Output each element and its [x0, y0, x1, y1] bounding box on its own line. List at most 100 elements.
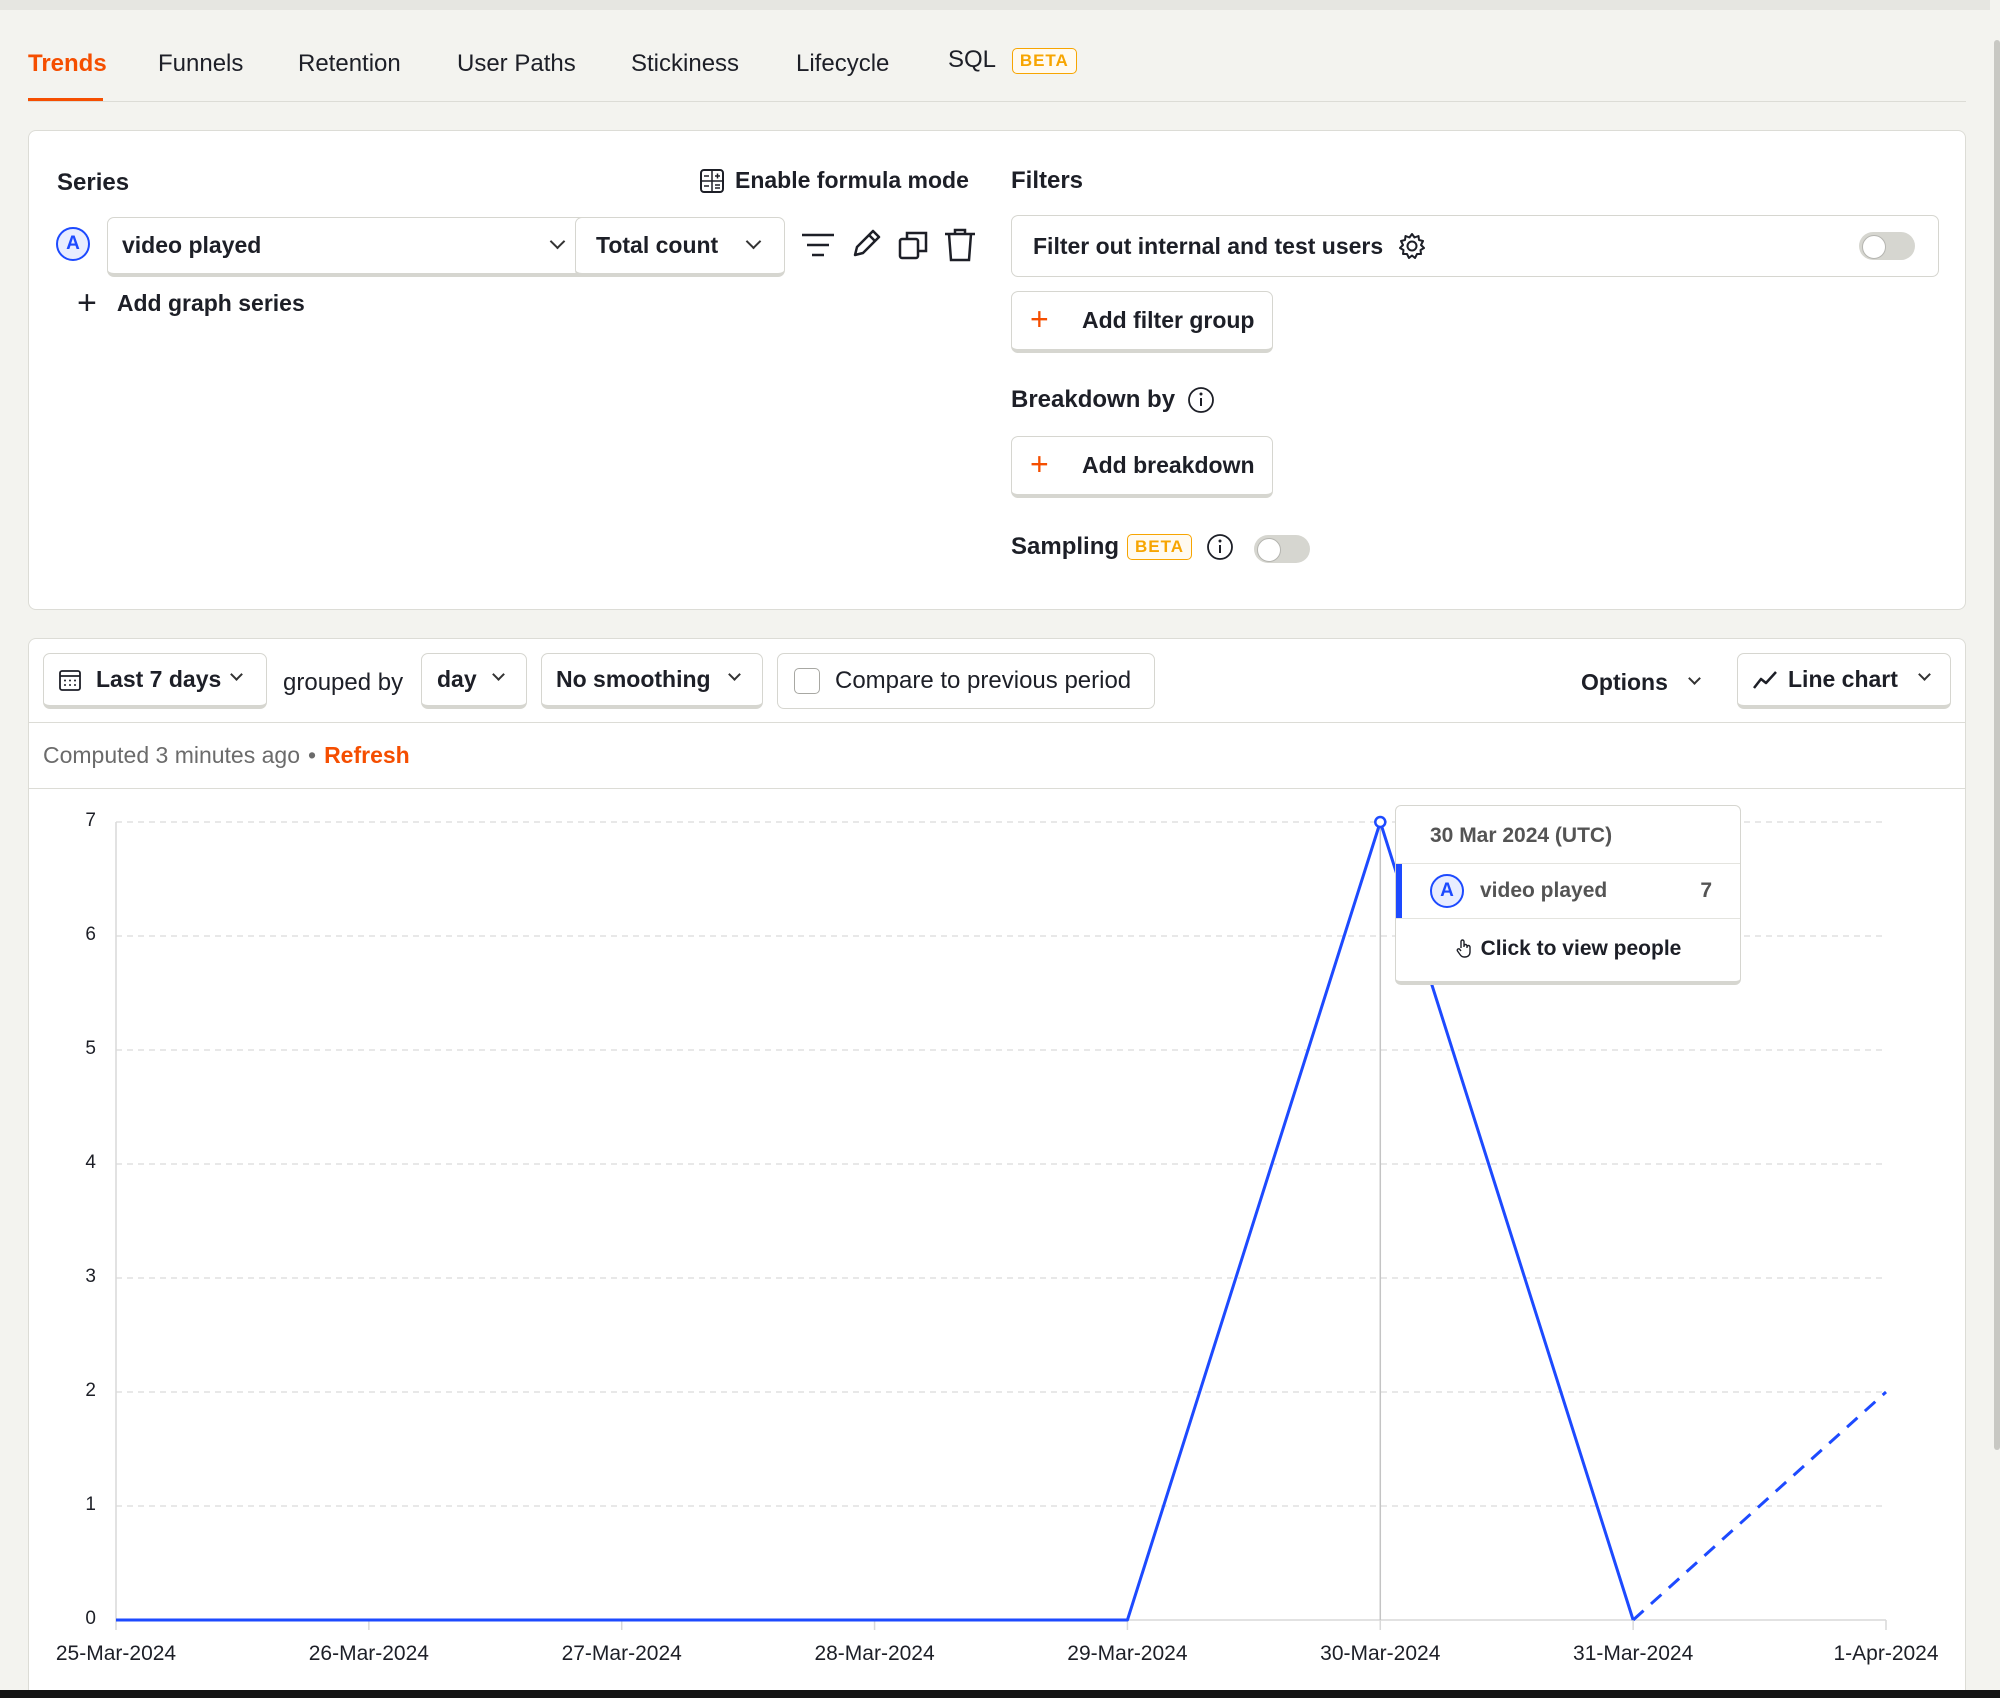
internal-users-label: Filter out internal and test users [1033, 233, 1384, 259]
tooltip-date: 30 Mar 2024 (UTC) [1430, 824, 1613, 847]
x-tick-label: 31-Mar-2024 [1573, 1642, 1694, 1665]
window-top-bar [0, 0, 2000, 10]
tab-funnels[interactable]: Funnels [158, 50, 243, 78]
y-tick-label: 7 [85, 810, 96, 831]
hover-point[interactable] [1374, 815, 1387, 829]
add-breakdown-label: Add breakdown [1082, 452, 1255, 478]
y-tick-label: 5 [85, 1038, 96, 1059]
insight-tabs: Trends Funnels Retention User Paths Stic… [28, 28, 1966, 102]
add-filter-group-button[interactable]: + Add filter group [1011, 291, 1273, 353]
internal-users-filter: Filter out internal and test users [1011, 215, 1939, 277]
chart-tooltip: 30 Mar 2024 (UTC) A video played 7 Click… [1395, 805, 1741, 985]
series-heading: Series [57, 169, 130, 196]
view-people-link[interactable]: Click to view people [1396, 919, 1740, 979]
chevron-down-icon [728, 668, 741, 681]
refresh-link[interactable]: Refresh [324, 742, 410, 769]
tooltip-series-row: A video played 7 [1396, 863, 1740, 919]
interval-select[interactable]: day [421, 653, 527, 709]
tab-sql-label: SQL [948, 46, 996, 73]
tab-retention[interactable]: Retention [298, 50, 401, 78]
info-icon[interactable] [1206, 533, 1234, 561]
add-breakdown-button[interactable]: + Add breakdown [1011, 436, 1273, 498]
compare-checkbox[interactable] [794, 668, 820, 694]
x-tick-label: 26-Mar-2024 [308, 1642, 429, 1665]
plus-icon: + [1030, 446, 1049, 482]
grouped-by-label: grouped by [283, 669, 404, 696]
breakdown-heading: Breakdown by [1011, 386, 1176, 413]
event-select-value: video played [122, 232, 262, 258]
active-tab-underline [28, 98, 103, 101]
chevron-down-icon [492, 668, 505, 681]
filter-icon[interactable] [801, 231, 835, 261]
compare-label: Compare to previous period [835, 667, 1132, 694]
info-icon[interactable] [1187, 386, 1215, 414]
tab-sql[interactable]: SQL BETA [948, 46, 1077, 74]
compare-previous-period[interactable]: Compare to previous period [777, 653, 1155, 709]
calculator-icon [700, 168, 724, 193]
line-chart-icon [1753, 671, 1777, 689]
x-tick-label: 28-Mar-2024 [814, 1642, 935, 1665]
tab-stickiness[interactable]: Stickiness [631, 50, 739, 78]
sampling-toggle[interactable] [1254, 535, 1310, 563]
chevron-down-icon [745, 233, 762, 250]
status-separator: • [308, 742, 317, 768]
beta-badge: BETA [1127, 534, 1193, 560]
aggregation-select[interactable]: Total count [575, 217, 785, 277]
delete-trash-icon[interactable] [943, 227, 977, 263]
series-letter-badge: A [56, 227, 90, 261]
sampling-row: Sampling BETA [1011, 533, 1234, 561]
computed-status: Computed 3 minutes ago [43, 742, 300, 768]
date-range-value: Last 7 days [96, 666, 222, 692]
chevron-down-icon [1918, 668, 1931, 681]
duplicate-icon[interactable] [897, 229, 929, 261]
series-letter-badge: A [1430, 874, 1464, 908]
formula-mode-toggle[interactable]: Enable formula mode [699, 167, 969, 194]
sampling-label: Sampling [1011, 533, 1120, 560]
tab-user-paths[interactable]: User Paths [457, 50, 576, 78]
plus-icon: + [1030, 301, 1049, 337]
tab-trends[interactable]: Trends [28, 50, 107, 78]
x-tick-label: 29-Mar-2024 [1067, 1642, 1188, 1665]
query-editor-panel: Series Enable formula mode A video playe… [28, 130, 1966, 610]
smoothing-select[interactable]: No smoothing [541, 653, 763, 709]
calendar-icon [59, 670, 81, 691]
rename-pencil-icon[interactable] [849, 227, 883, 261]
tooltip-series-value: 7 [1700, 879, 1712, 902]
y-tick-label: 6 [85, 924, 96, 945]
y-tick-label: 4 [85, 1152, 96, 1173]
internal-users-toggle[interactable] [1859, 232, 1915, 260]
smoothing-value: No smoothing [556, 666, 711, 692]
series-color-bar [1396, 864, 1402, 918]
x-tick-label: 25-Mar-2024 [55, 1642, 177, 1665]
chevron-down-icon [1688, 672, 1701, 685]
chart-type-select[interactable]: Line chart [1737, 653, 1951, 709]
chevron-down-icon [549, 233, 566, 250]
y-tick-label: 0 [85, 1608, 96, 1629]
filters-heading: Filters [1011, 167, 1084, 194]
beta-badge: BETA [1011, 47, 1077, 74]
y-tick-label: 3 [85, 1266, 96, 1287]
options-label: Options [1581, 669, 1668, 695]
pointer-hand-icon [1456, 939, 1471, 958]
options-menu[interactable]: Options [1581, 669, 1701, 696]
date-range-select[interactable]: Last 7 days [43, 653, 267, 709]
view-people-label: Click to view people [1480, 937, 1682, 960]
y-tick-label: 2 [85, 1380, 96, 1401]
tab-lifecycle[interactable]: Lifecycle [796, 50, 889, 78]
interval-value: day [437, 666, 477, 692]
add-graph-series-button[interactable]: + Add graph series [77, 286, 305, 320]
chevron-down-icon [230, 668, 243, 681]
x-tick-label: 1-Apr-2024 [1833, 1642, 1939, 1665]
breakdown-heading-row: Breakdown by [1011, 386, 1215, 414]
formula-mode-label: Enable formula mode [735, 167, 969, 193]
x-tick-label: 27-Mar-2024 [561, 1642, 682, 1665]
gear-icon[interactable] [1397, 231, 1427, 261]
plus-icon: + [77, 284, 97, 322]
window-bottom-edge [0, 1690, 2000, 1698]
chart-type-value: Line chart [1788, 666, 1898, 692]
y-tick-label: 1 [85, 1494, 96, 1515]
results-toolbar: Last 7 days grouped by day No smoothing … [29, 639, 1965, 723]
event-select[interactable]: video played [107, 217, 589, 277]
aggregation-select-value: Total count [596, 232, 719, 258]
scrollbar-thumb[interactable] [1994, 40, 2000, 1450]
